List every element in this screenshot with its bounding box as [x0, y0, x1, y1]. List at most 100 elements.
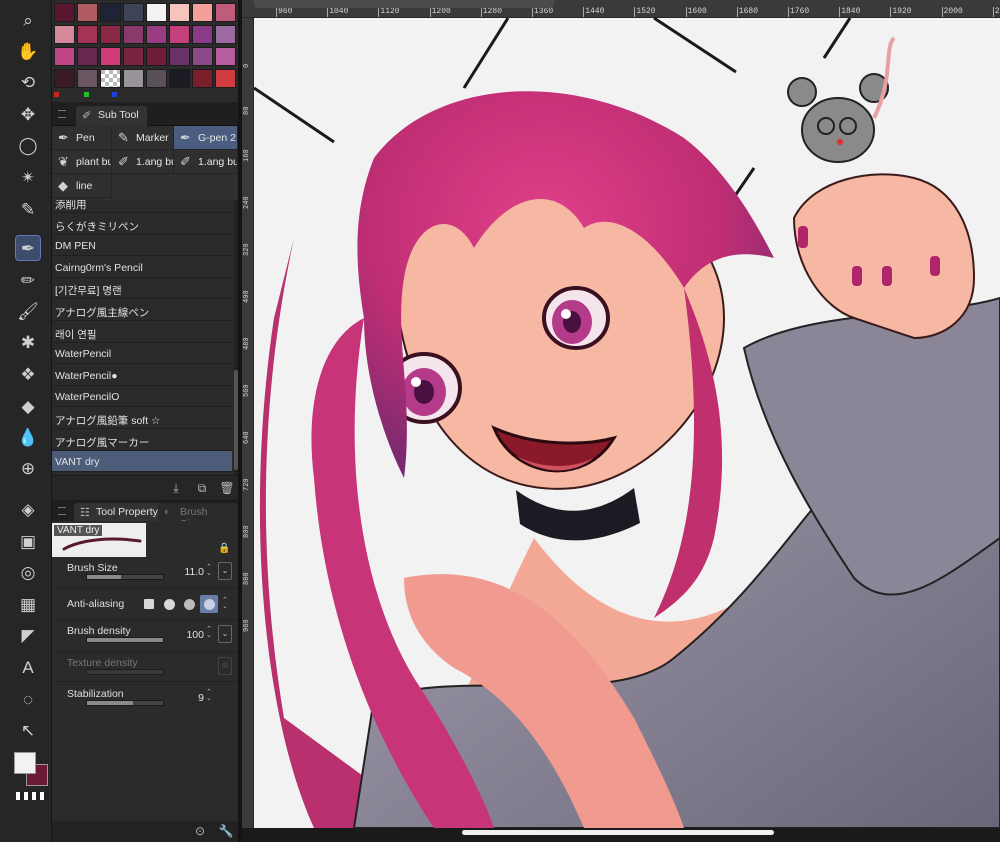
brush-density-spinner[interactable]: ⌃ ⌄ — [206, 626, 212, 639]
move-icon[interactable]: ✥ — [16, 102, 40, 126]
balloon-icon[interactable]: ◌ — [16, 687, 40, 711]
palette-swatch[interactable] — [192, 3, 213, 22]
palette-swatch[interactable] — [146, 25, 167, 44]
aa-strong-option[interactable] — [200, 595, 218, 613]
decoration-icon[interactable]: ❖ — [16, 362, 40, 386]
palette-swatch[interactable] — [123, 69, 144, 88]
eraser-icon[interactable]: ◆ — [16, 394, 40, 418]
brush-list-item[interactable]: WaterPencil — [52, 343, 232, 365]
palette-swatch[interactable] — [77, 47, 98, 66]
brush-list-item[interactable]: [기간무료] 명랜 — [52, 278, 232, 300]
palette-swatch[interactable] — [123, 3, 144, 22]
aa-weak-option[interactable] — [160, 595, 178, 613]
brush-list-item[interactable]: DM PEN — [52, 235, 232, 257]
brush-list-item[interactable]: 添削用 — [52, 200, 232, 213]
palette-swatch[interactable] — [215, 25, 236, 44]
tab-tool-property[interactable]: ☷ Tool Property — [74, 503, 166, 521]
magic-wand-icon[interactable]: ✴ — [16, 165, 40, 189]
fill-icon[interactable]: ◈ — [16, 497, 40, 521]
brush-size-spinner[interactable]: ⌃ ⌄ — [206, 564, 212, 577]
zoom-icon[interactable]: ⌕ — [16, 8, 40, 32]
pencil-icon[interactable]: ✏ — [16, 268, 40, 292]
subtool-button[interactable]: ✒ Pen — [52, 126, 112, 150]
panel-grip-icon[interactable] — [58, 507, 66, 515]
palette-swatch[interactable] — [123, 47, 144, 66]
subtool-button[interactable]: ✐ 1.ang bu — [174, 150, 238, 174]
subtool-button[interactable]: ◆ line — [52, 174, 112, 198]
rotate-view-icon[interactable]: ⟲ — [16, 70, 40, 94]
brush-size-value[interactable]: 11.0 — [178, 566, 204, 578]
palette-swatch[interactable] — [54, 69, 75, 88]
brush-list-item[interactable]: VANT dry — [52, 451, 232, 473]
brush-list-item[interactable]: WaterPencil● — [52, 365, 232, 386]
palette-swatch[interactable] — [123, 25, 144, 44]
contour-icon[interactable]: ◎ — [16, 560, 40, 584]
subtool-button[interactable]: ✎ Marker — [112, 126, 174, 150]
lasso-icon[interactable]: ◯ — [16, 133, 40, 157]
text-icon[interactable]: A — [16, 655, 40, 679]
palette-swatch[interactable] — [100, 69, 121, 88]
palette-swatch[interactable] — [100, 47, 121, 66]
frame-icon[interactable]: ▦ — [16, 592, 40, 616]
subtool-button[interactable]: ✐ 1.ang bu — [112, 150, 174, 174]
download-icon[interactable]: ⤓ — [168, 480, 184, 496]
palette-swatch[interactable] — [54, 3, 75, 22]
palette-swatch[interactable] — [100, 3, 121, 22]
ruler-icon[interactable]: ◤ — [16, 623, 40, 647]
palette-swatch[interactable] — [215, 47, 236, 66]
figure-icon[interactable]: ⊕ — [16, 456, 40, 480]
palette-swatch[interactable] — [54, 47, 75, 66]
palette-swatch[interactable] — [146, 69, 167, 88]
palette-swatch[interactable] — [169, 25, 190, 44]
main-color-swatch[interactable] — [14, 752, 36, 774]
wrench-icon[interactable]: 🔧 — [218, 823, 234, 839]
brush-list-item[interactable]: アナログ風マーカー — [52, 430, 232, 451]
brush-list-item[interactable]: WaterPencilO — [52, 386, 232, 408]
eyedropper-icon[interactable]: ✎ — [16, 197, 40, 221]
transparent-color-swatch[interactable] — [16, 792, 48, 800]
aa-spinner[interactable]: ⌃ ⌄ — [222, 597, 228, 610]
tab-brush-size[interactable]: ◐ Brush Size — [158, 503, 238, 530]
palette-swatch[interactable] — [192, 25, 213, 44]
reset-icon[interactable]: ⊙ — [192, 823, 208, 839]
brush-list-item[interactable]: 래이 연필 — [52, 322, 232, 343]
drawing-canvas[interactable] — [254, 18, 1000, 828]
aa-none-option[interactable] — [140, 595, 158, 613]
brush-density-slider[interactable] — [86, 637, 164, 643]
palette-swatch[interactable] — [192, 69, 213, 88]
airbrush-icon[interactable]: ✱ — [16, 330, 40, 354]
brush-list-item[interactable]: らくがきミリペン — [52, 214, 232, 235]
brush-list-item[interactable]: アナログ風主線ペン — [52, 300, 232, 321]
brush-list-item[interactable]: Cairng0rm's Pencil — [52, 257, 232, 278]
stabilization-value[interactable]: 9 — [178, 692, 204, 704]
palette-swatch[interactable] — [215, 69, 236, 88]
palette-swatch[interactable] — [169, 47, 190, 66]
pen-icon[interactable]: ✒ — [15, 235, 41, 261]
hand-icon[interactable]: ✋ — [16, 39, 40, 63]
brush-list-item[interactable]: アナログ風鉛筆 soft ☆ — [52, 408, 232, 429]
palette-swatch[interactable] — [77, 3, 98, 22]
brush-icon[interactable]: 🖌 — [16, 299, 40, 323]
palette-swatch[interactable] — [54, 25, 75, 44]
blend-icon[interactable]: 💧 — [16, 425, 40, 449]
palette-swatch[interactable] — [192, 47, 213, 66]
aa-medium-option[interactable] — [180, 595, 198, 613]
brush-density-value[interactable]: 100 — [178, 629, 204, 641]
palette-swatch[interactable] — [77, 69, 98, 88]
brush-density-dropdown[interactable]: ⌄ — [218, 625, 232, 643]
brush-size-dropdown[interactable]: ⌄ — [218, 562, 232, 580]
panel-grip-icon[interactable] — [58, 110, 66, 118]
trash-icon[interactable]: 🗑 — [219, 480, 235, 496]
subtool-button[interactable]: ❦ plant bu — [52, 150, 112, 174]
color-swatches[interactable] — [14, 752, 50, 788]
lock-icon[interactable]: 🔒 — [218, 543, 230, 554]
palette-swatch[interactable] — [215, 3, 236, 22]
subtool-button[interactable]: ✒ G-pen 2 — [174, 126, 238, 150]
stabilization-spinner[interactable]: ⌃ ⌄ — [206, 689, 212, 702]
palette-swatch[interactable] — [100, 25, 121, 44]
home-indicator[interactable] — [462, 830, 774, 835]
palette-swatch[interactable] — [169, 3, 190, 22]
stabilization-slider[interactable] — [86, 700, 164, 706]
gradient-icon[interactable]: ▣ — [16, 529, 40, 553]
correct-line-icon[interactable]: ↖ — [16, 718, 40, 742]
